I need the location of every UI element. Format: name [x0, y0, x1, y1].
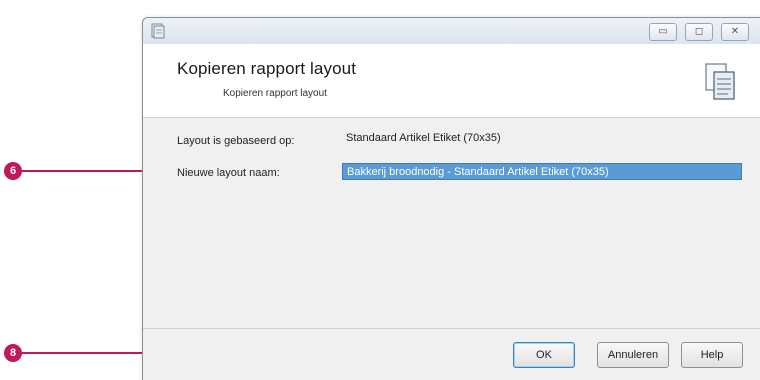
ok-button[interactable]: OK [513, 342, 575, 368]
new-layout-name-input[interactable]: Bakkerij broodnodig - Standaard Artikel … [342, 163, 742, 180]
dialog-window: ▭ ◻ ✕ Kopieren rapport layout Kopieren r… [142, 17, 760, 380]
app-icon [151, 23, 165, 39]
callout-marker-6: 6 [4, 162, 22, 180]
dialog-subtitle: Kopieren rapport layout [223, 88, 327, 99]
footer-divider [143, 328, 760, 329]
callout-line-6 [22, 170, 150, 172]
based-on-label: Layout is gebaseerd op: [177, 135, 295, 147]
callout-marker-8: 8 [4, 344, 22, 362]
dialog-title: Kopieren rapport layout [177, 59, 357, 78]
based-on-value: Standaard Artikel Etiket (70x35) [346, 132, 501, 144]
copy-document-icon [705, 63, 735, 100]
maximize-button[interactable]: ◻ [685, 23, 713, 41]
title-bar: ▭ ◻ ✕ [143, 18, 760, 44]
dialog-header: Kopieren rapport layout Kopieren rapport… [143, 44, 760, 118]
close-button[interactable]: ✕ [721, 23, 749, 41]
cancel-button[interactable]: Annuleren [597, 342, 669, 368]
help-button[interactable]: Help [681, 342, 743, 368]
minimize-button[interactable]: ▭ [649, 23, 677, 41]
new-name-label: Nieuwe layout naam: [177, 167, 280, 179]
